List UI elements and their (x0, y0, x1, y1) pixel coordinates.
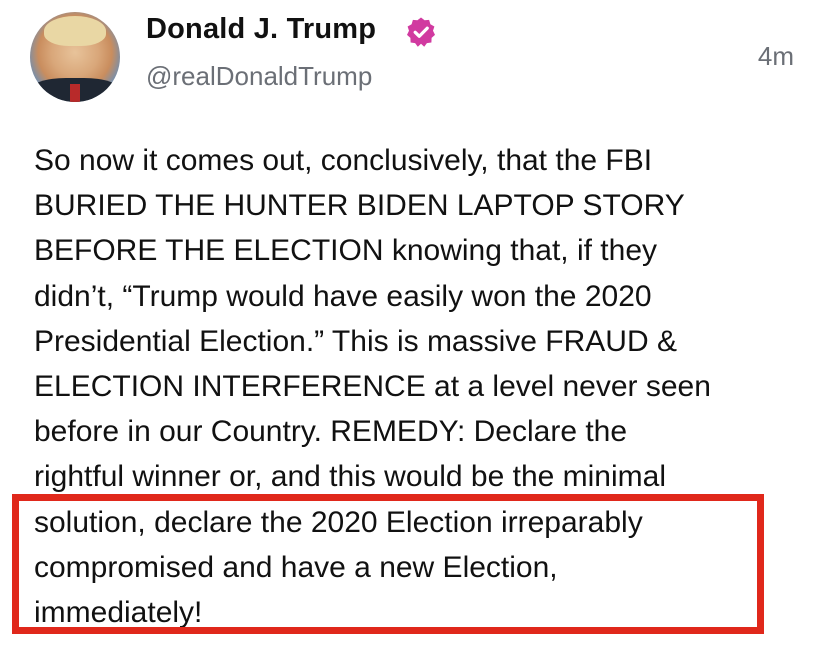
post-body-line: before in our Country. REMEDY: Declare t… (34, 415, 628, 449)
highlight-annotation-box (12, 494, 764, 634)
author-handle[interactable]: @realDonaldTrump (146, 61, 372, 92)
post-body-line: rightful winner or, and this would be th… (34, 460, 666, 494)
post-body-line: ELECTION INTERFERENCE at a level never s… (34, 370, 711, 404)
post-body-line: didn’t, “Trump would have easily won the… (34, 279, 652, 313)
author-display-name[interactable]: Donald J. Trump (146, 13, 376, 46)
post-body-line: So now it comes out, conclusively, that … (34, 144, 653, 177)
avatar-tie (70, 84, 80, 102)
author-avatar[interactable] (30, 12, 120, 102)
post-body-line: BEFORE THE ELECTION knowing that, if the… (34, 234, 657, 268)
avatar-hair (44, 16, 106, 46)
verified-badge-icon (407, 17, 435, 47)
post-body-line: Presidential Election.” This is massive … (34, 324, 677, 358)
post-body-line: BURIED THE HUNTER BIDEN LAPTOP STORY (34, 189, 685, 223)
post-timestamp[interactable]: 4m (758, 41, 794, 72)
post-card: Donald J. Trump @realDonaldTrump 4m So n… (0, 0, 828, 645)
